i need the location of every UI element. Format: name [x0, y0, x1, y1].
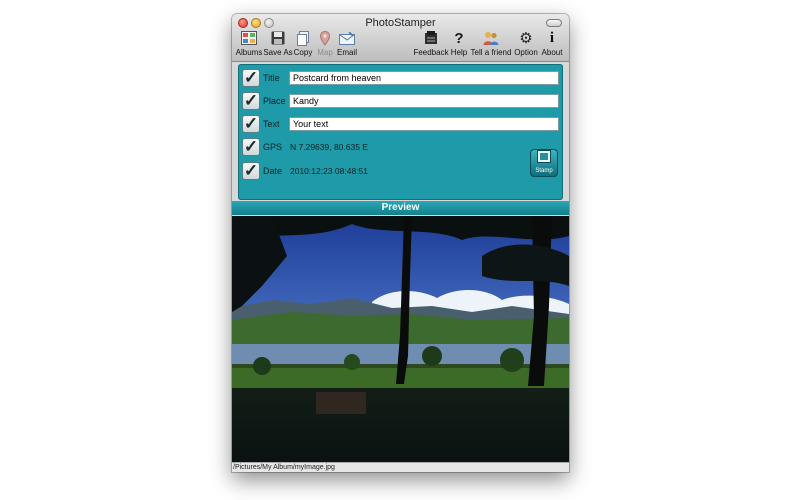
- date-checkbox[interactable]: ✓: [242, 162, 260, 180]
- text-input[interactable]: Your text: [289, 117, 559, 131]
- copy-button[interactable]: Copy: [293, 30, 313, 60]
- copy-icon: [294, 30, 312, 46]
- title-checkbox[interactable]: ✓: [242, 69, 260, 87]
- gps-label: GPS: [263, 142, 283, 152]
- info-icon: i: [549, 29, 555, 46]
- floppy-disk-icon: [269, 30, 287, 46]
- title-input[interactable]: Postcard from heaven: [289, 71, 559, 85]
- toolbar-toggle-button[interactable]: [546, 19, 562, 27]
- place-label: Place: [263, 96, 286, 106]
- question-mark-icon: ?: [454, 29, 464, 47]
- stamp-form-panel: ✓ Title Postcard from heaven ✓ Place Kan…: [238, 64, 563, 200]
- gps-checkbox[interactable]: ✓: [242, 138, 260, 156]
- gps-row: ✓ GPS N 7.29639, 80.635 E: [242, 137, 559, 157]
- date-row: ✓ Date 2010:12:23 08:48:51: [242, 161, 559, 181]
- stamp-icon: [537, 150, 551, 168]
- file-path-status: /Pictures/My Album/myImage.jpg: [232, 462, 569, 472]
- place-checkbox[interactable]: ✓: [242, 92, 260, 110]
- tell-a-friend-button[interactable]: Tell a friend: [471, 30, 511, 60]
- option-button[interactable]: ⚙ Option: [514, 30, 538, 60]
- feedback-button[interactable]: Feedback: [413, 30, 449, 60]
- text-label: Text: [263, 119, 280, 129]
- date-value: 2010:12:23 08:48:51: [290, 166, 368, 176]
- about-button[interactable]: i About: [540, 30, 564, 60]
- help-button[interactable]: ? Help: [450, 30, 468, 60]
- window-title: PhotoStamper: [365, 17, 436, 29]
- email-button[interactable]: Email: [336, 30, 358, 60]
- friends-icon: [482, 30, 500, 46]
- title-row: ✓ Title Postcard from heaven: [242, 68, 559, 88]
- feedback-icon: [422, 30, 440, 46]
- title-bar: PhotoStamper Albums Save As Copy Map Ema…: [232, 14, 569, 62]
- photo-preview: [232, 216, 569, 462]
- text-checkbox[interactable]: ✓: [242, 115, 260, 133]
- albums-icon: [240, 30, 258, 46]
- title-label: Title: [263, 73, 280, 83]
- save-as-button[interactable]: Save As: [263, 30, 293, 60]
- map-pin-icon: [316, 30, 334, 46]
- albums-button[interactable]: Albums: [236, 30, 262, 60]
- email-icon: [338, 30, 356, 46]
- gear-icon: ⚙: [519, 30, 533, 47]
- preview-photo: [232, 216, 569, 462]
- date-label: Date: [263, 166, 283, 176]
- map-button[interactable]: Map: [316, 30, 334, 60]
- preview-header: Preview: [232, 201, 569, 215]
- app-window: PhotoStamper Albums Save As Copy Map Ema…: [232, 14, 569, 472]
- gps-value: N 7.29639, 80.635 E: [290, 142, 368, 152]
- stamp-button[interactable]: Stamp: [530, 149, 558, 177]
- text-row: ✓ Text Your text: [242, 114, 559, 134]
- place-input[interactable]: Kandy: [289, 94, 559, 108]
- place-row: ✓ Place Kandy: [242, 91, 559, 111]
